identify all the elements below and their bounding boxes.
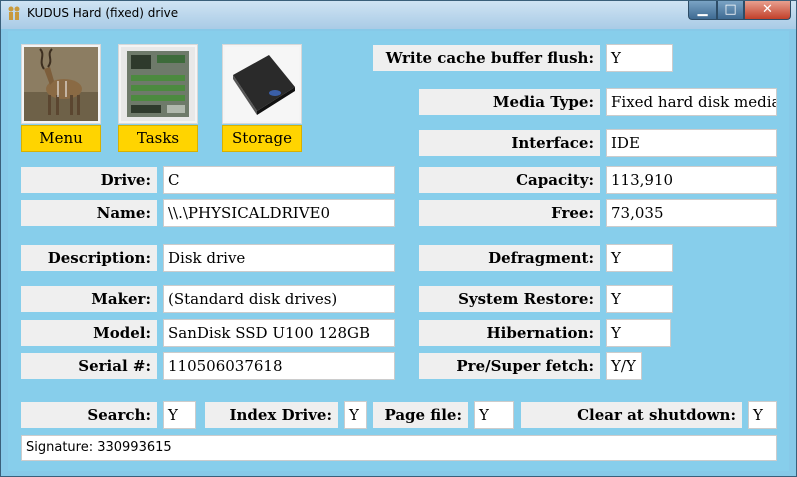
write-cache-label: Write cache buffer flush: [373, 45, 600, 71]
drive-label: Drive: [21, 167, 157, 193]
description-value: Disk drive [163, 244, 395, 272]
kudu-antelope-icon [24, 47, 98, 121]
title-bar[interactable]: KUDUS Hard (fixed) drive ▁ □ ✕ [1, 1, 796, 29]
prefetch-value: Y/Y [606, 352, 642, 380]
page-file-label: Page file: [373, 402, 468, 428]
people-icon [8, 6, 20, 20]
clear-shutdown-label: Clear at shutdown: [521, 402, 742, 428]
serial-value: 110506037618 [163, 352, 395, 380]
prefetch-label: Pre/Super fetch: [419, 353, 600, 379]
search-value: Y [163, 401, 196, 429]
search-label: Search: [21, 402, 157, 428]
model-label: Model: [21, 320, 157, 346]
close-button[interactable]: ✕ [744, 1, 791, 20]
free-label: Free: [419, 200, 600, 226]
menu-button[interactable]: Menu [21, 125, 101, 152]
app-window: KUDUS Hard (fixed) drive ▁ □ ✕ Menu Task… [0, 0, 797, 477]
name-label: Name: [21, 200, 157, 226]
write-cache-value: Y [606, 44, 673, 72]
circuit-board-icon [121, 47, 195, 121]
hard-drive-icon [225, 47, 299, 121]
index-drive-label: Index Drive: [205, 402, 338, 428]
storage-tile[interactable] [222, 44, 302, 124]
defragment-value: Y [606, 244, 673, 272]
hibernation-value: Y [606, 319, 671, 347]
index-drive-value: Y [344, 401, 367, 429]
capacity-label: Capacity: [419, 167, 600, 193]
interface-value: IDE [606, 129, 777, 157]
media-type-label: Media Type: [419, 89, 600, 115]
client-area: Menu Tasks Storage Drive: C Name: \\.\PH… [8, 31, 789, 471]
maximize-button[interactable]: □ [717, 1, 744, 20]
drive-value: C [163, 166, 395, 194]
maker-value: (Standard disk drives) [163, 285, 395, 313]
storage-button[interactable]: Storage [222, 125, 302, 152]
clear-shutdown-value: Y [748, 401, 777, 429]
free-value: 73,035 [606, 199, 777, 227]
system-restore-value: Y [606, 285, 673, 313]
defragment-label: Defragment: [419, 245, 600, 271]
minimize-button[interactable]: ▁ [688, 1, 717, 20]
capacity-value: 113,910 [606, 166, 777, 194]
signature-field: Signature: 330993615 [21, 435, 777, 461]
serial-label: Serial #: [21, 353, 157, 379]
tasks-tile[interactable] [118, 44, 198, 124]
menu-tile[interactable] [21, 44, 101, 124]
page-file-value: Y [474, 401, 514, 429]
hibernation-label: Hibernation: [419, 320, 600, 346]
interface-label: Interface: [419, 130, 600, 156]
description-label: Description: [21, 245, 157, 271]
system-restore-label: System Restore: [419, 286, 600, 312]
maker-label: Maker: [21, 286, 157, 312]
tasks-button[interactable]: Tasks [118, 125, 198, 152]
media-type-value: Fixed hard disk media [606, 88, 777, 116]
window-title: KUDUS Hard (fixed) drive [27, 6, 179, 20]
name-value: \\.\PHYSICALDRIVE0 [163, 199, 395, 227]
model-value: SanDisk SSD U100 128GB [163, 319, 395, 347]
